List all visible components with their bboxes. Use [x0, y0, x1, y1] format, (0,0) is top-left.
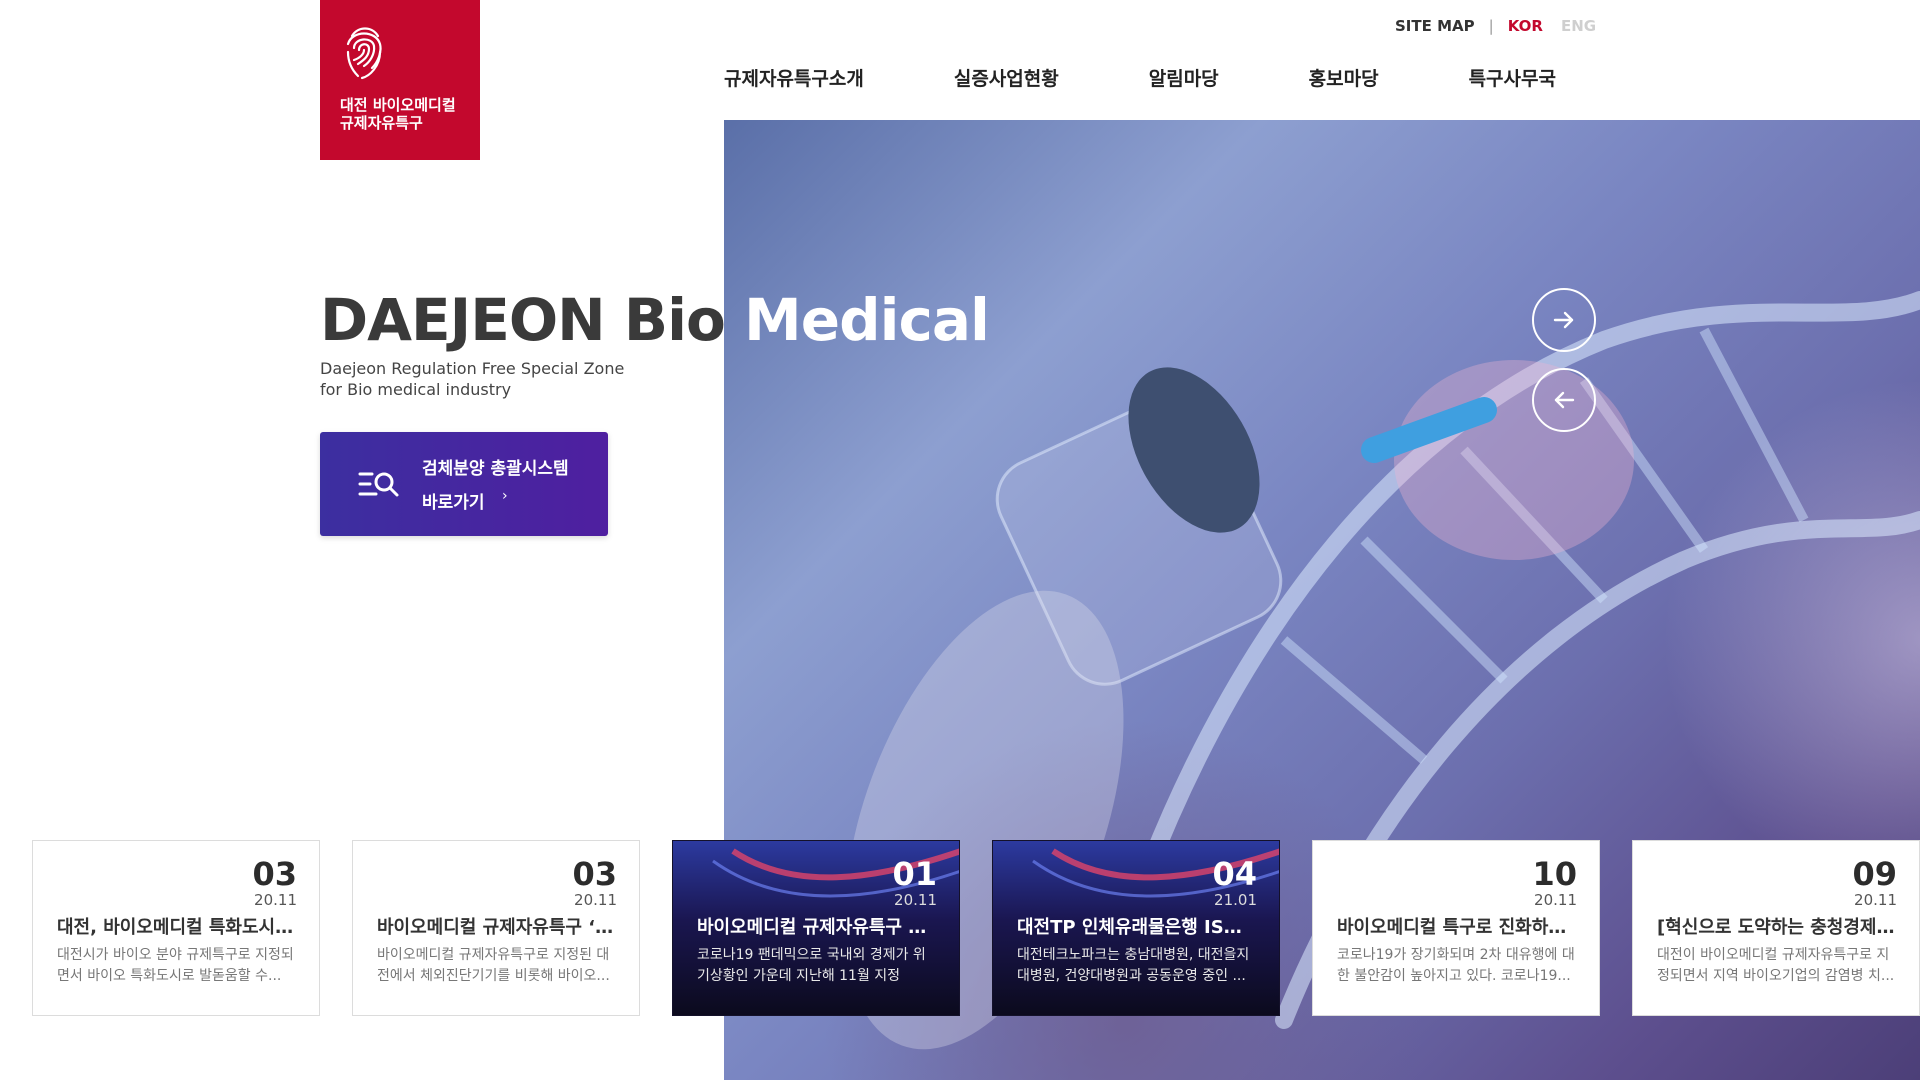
fingerprint-logo-icon [346, 27, 382, 80]
arrow-left-icon [1554, 391, 1575, 409]
news-day: 10 [1532, 855, 1577, 893]
news-summary: 대전테크노파크는 충남대병원, 대전을지대병원, 건양대병원과 공동운영 중인 … [1017, 947, 1250, 984]
cta-label-line1: 검체분양 총괄시스템 [422, 459, 569, 479]
language-kor-link[interactable]: KOR [1508, 17, 1543, 35]
utility-divider: | [1488, 17, 1494, 35]
nav-item-office[interactable]: 특구사무국 [1469, 64, 1556, 91]
news-year-month: 20.11 [894, 891, 937, 909]
cta-label-line2: 바로가기 [422, 493, 485, 513]
slider-next-button[interactable] [1532, 288, 1596, 352]
news-title: 대전, 바이오메디컬 특화도시 ‘... [57, 917, 297, 938]
news-title: 바이오메디컬 특구로 진화하는 ... [1337, 917, 1577, 938]
news-card-active[interactable]: 01 20.11 바이오메디컬 규제자유특구 대... 코로나19 팬데믹으로 … [672, 840, 960, 1016]
news-summary: 바이오메디컬 규제자유특구로 지정된 대전에서 체외진단기기를 비롯해 바이오.… [377, 947, 610, 984]
news-card[interactable]: 03 20.11 대전, 바이오메디컬 특화도시 ‘... 대전시가 바이오 분… [32, 840, 320, 1016]
hero-subtitle-line2: for Bio medical industry [320, 380, 512, 399]
news-day: 09 [1852, 855, 1897, 893]
utility-menu: SITE MAP | KOR ENG [1395, 16, 1596, 36]
news-summary: 코로나19 팬데믹으로 국내외 경제가 위기상황인 가운데 지난해 11월 지정… [697, 947, 926, 984]
news-card-active[interactable]: 04 21.01 대전TP 인체유래물은행 ISO 9... 대전테크노파크는 … [992, 840, 1280, 1016]
news-year-month: 20.11 [1534, 891, 1577, 909]
news-card[interactable]: 09 20.11 [혁신으로 도약하는 충청경제]... 대전이 바이오메디컬 … [1632, 840, 1920, 1016]
news-day: 01 [892, 855, 937, 893]
hero-title: DAEJEON Bio Medical [320, 286, 990, 354]
news-year-month: 20.11 [574, 891, 617, 909]
chevron-right-icon: › [502, 488, 508, 504]
nav-item-intro[interactable]: 규제자유특구소개 [724, 64, 864, 91]
hero-subtitle: Daejeon Regulation Free Special Zone for… [320, 358, 624, 400]
slider-prev-button[interactable] [1532, 368, 1596, 432]
news-summary: 대전시가 바이오 분야 규제특구로 지정되면서 바이오 특화도시로 발돋움할 수… [57, 947, 294, 984]
main-nav: 규제자유특구소개 실증사업현황 알림마당 홍보마당 특구사무국 [724, 64, 1556, 91]
arrow-right-icon [1553, 311, 1574, 329]
news-year-month: 20.11 [254, 891, 297, 909]
news-title: 바이오메디컬 규제자유특구 대... [697, 917, 937, 938]
news-summary: 코로나19가 장기화되며 2차 대유행에 대한 불안감이 높아지고 있다. 코로… [1337, 947, 1575, 984]
sitemap-link[interactable]: SITE MAP [1395, 17, 1475, 35]
logo-line1: 대전 바이오메디컬 [340, 96, 456, 114]
list-search-icon [358, 472, 399, 497]
news-title: 대전TP 인체유래물은행 ISO 9... [1017, 917, 1257, 938]
news-day: 03 [572, 855, 617, 893]
news-year-month: 20.11 [1854, 891, 1897, 909]
news-card[interactable]: 03 20.11 바이오메디컬 규제자유특구 ‘대... 바이오메디컬 규제자유… [352, 840, 640, 1016]
logo-line2: 규제자유특구 [340, 114, 423, 132]
news-day: 04 [1212, 855, 1257, 893]
news-card[interactable]: 10 20.11 바이오메디컬 특구로 진화하는 ... 코로나19가 장기화되… [1312, 840, 1600, 1016]
site-logo[interactable]: 대전 바이오메디컬 규제자유특구 [320, 0, 480, 160]
nav-item-notice[interactable]: 알림마당 [1149, 64, 1219, 91]
news-title: 바이오메디컬 규제자유특구 ‘대... [377, 917, 617, 938]
logo-text: 대전 바이오메디컬 규제자유특구 [340, 96, 456, 132]
language-eng-link[interactable]: ENG [1561, 17, 1596, 35]
nav-item-pr[interactable]: 홍보마당 [1309, 64, 1379, 91]
nav-item-projects[interactable]: 실증사업현황 [954, 64, 1059, 91]
news-day: 03 [252, 855, 297, 893]
news-year-month: 21.01 [1214, 891, 1257, 909]
specimen-system-button[interactable]: 검체분양 총괄시스템 바로가기 › [320, 432, 608, 536]
hero-subtitle-line1: Daejeon Regulation Free Special Zone [320, 359, 625, 378]
news-summary: 대전이 바이오메디컬 규제자유특구로 지정되면서 지역 바이오기업의 감염병 치… [1657, 947, 1895, 984]
news-title: [혁신으로 도약하는 충청경제]... [1657, 917, 1897, 938]
